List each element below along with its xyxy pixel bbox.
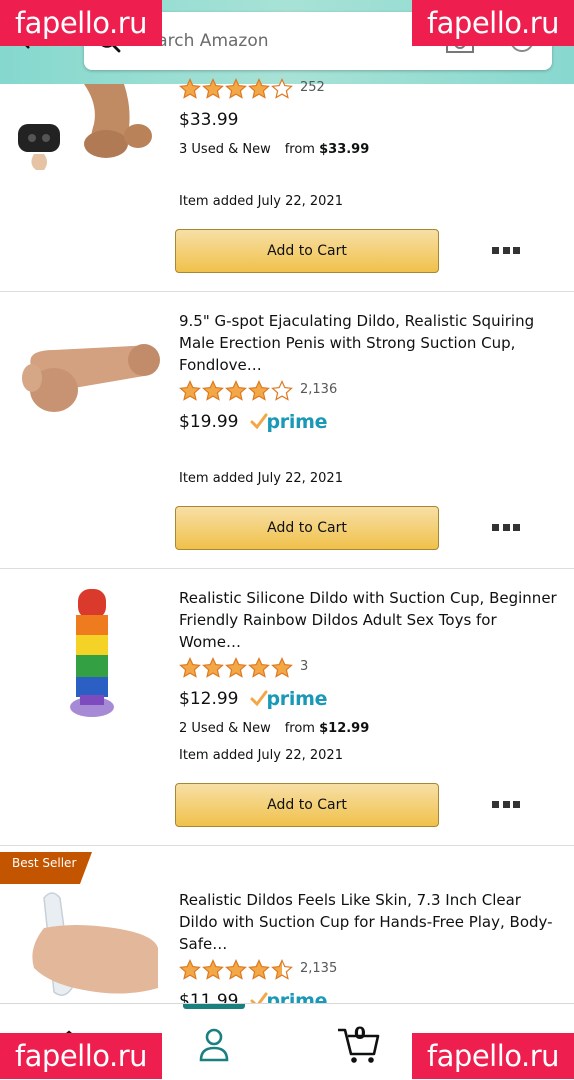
prime-badge: prime bbox=[250, 411, 327, 433]
star-icon bbox=[248, 380, 270, 401]
star-icon bbox=[225, 959, 247, 980]
star-icon bbox=[248, 78, 270, 99]
account-user-icon[interactable] bbox=[199, 1028, 229, 1062]
list-item: 252 $33.99 3 Used & New from $33.99 Item … bbox=[0, 78, 574, 292]
prime-label: prime bbox=[266, 411, 328, 433]
product-image[interactable] bbox=[14, 84, 164, 176]
product-image[interactable] bbox=[14, 328, 164, 418]
item-added-date: Item added July 22, 2021 bbox=[179, 194, 343, 209]
used-from-price: $12.99 bbox=[319, 721, 370, 736]
rating-row[interactable]: 3 bbox=[179, 657, 559, 679]
watermark-top-right: fapello.ru bbox=[412, 0, 574, 46]
item-added-date: Item added July 22, 2021 bbox=[179, 471, 343, 486]
star-icon bbox=[248, 657, 270, 678]
review-count: 2,135 bbox=[300, 960, 338, 976]
star-icon bbox=[225, 78, 247, 99]
rating-row[interactable]: 2,135 bbox=[179, 959, 559, 981]
star-icon bbox=[202, 78, 224, 99]
star-icon bbox=[202, 959, 224, 980]
more-options-icon[interactable] bbox=[492, 524, 520, 532]
star-icon bbox=[202, 657, 224, 678]
product-title[interactable]: 9.5" G-spot Ejaculating Dildo, Realistic… bbox=[179, 310, 559, 376]
watermark-top-left: fapello.ru bbox=[0, 0, 162, 46]
watermark-bottom-right: fapello.ru bbox=[412, 1033, 574, 1079]
add-to-cart-button[interactable]: Add to Cart bbox=[175, 506, 439, 550]
product-image[interactable] bbox=[14, 888, 164, 1002]
item-added-date: Item added July 22, 2021 bbox=[179, 748, 343, 763]
star-rating bbox=[179, 78, 294, 100]
review-count: 3 bbox=[300, 658, 309, 674]
star-icon bbox=[271, 959, 293, 980]
list-item: Realistic Silicone Dildo with Suction Cu… bbox=[0, 569, 574, 846]
add-to-cart-button[interactable]: Add to Cart bbox=[175, 229, 439, 273]
used-new-label: 2 Used & New bbox=[179, 721, 271, 736]
used-from-price: $33.99 bbox=[319, 142, 370, 157]
more-options-icon[interactable] bbox=[492, 247, 520, 255]
star-icon bbox=[225, 380, 247, 401]
star-icon bbox=[179, 380, 201, 401]
used-from-prefix: from bbox=[284, 721, 315, 736]
prime-badge: prime bbox=[250, 688, 327, 710]
watermark-bottom-left: fapello.ru bbox=[0, 1033, 162, 1079]
best-seller-label: Best Seller bbox=[12, 856, 77, 870]
add-to-cart-button[interactable]: Add to Cart bbox=[175, 783, 439, 827]
review-count: 2,136 bbox=[300, 381, 338, 397]
price: $12.99 bbox=[179, 689, 239, 709]
star-rating bbox=[179, 959, 294, 981]
price: $33.99 bbox=[179, 110, 239, 130]
cart-count-badge: 0 bbox=[354, 1024, 366, 1044]
star-rating bbox=[179, 657, 294, 679]
star-rating bbox=[179, 380, 294, 402]
star-icon bbox=[271, 78, 293, 99]
star-icon bbox=[248, 959, 270, 980]
more-options-icon[interactable] bbox=[492, 801, 520, 809]
star-icon bbox=[271, 657, 293, 678]
prime-label: prime bbox=[266, 688, 328, 710]
used-new-offers[interactable]: 2 Used & New from $12.99 bbox=[179, 721, 559, 736]
product-title[interactable]: Realistic Silicone Dildo with Suction Cu… bbox=[179, 587, 559, 653]
list-item: Best Seller Realistic Dildos Feels Like … bbox=[0, 846, 574, 1012]
review-count: 252 bbox=[300, 79, 325, 95]
rating-row[interactable]: 2,136 bbox=[179, 380, 559, 402]
star-icon bbox=[179, 959, 201, 980]
star-icon bbox=[179, 657, 201, 678]
used-from-prefix: from bbox=[284, 142, 315, 157]
list-item: 9.5" G-spot Ejaculating Dildo, Realistic… bbox=[0, 292, 574, 569]
star-icon bbox=[179, 78, 201, 99]
star-icon bbox=[225, 657, 247, 678]
star-icon bbox=[202, 380, 224, 401]
price: $19.99 bbox=[179, 412, 239, 432]
rating-row[interactable]: 252 bbox=[179, 78, 559, 100]
active-tab-indicator bbox=[183, 1004, 245, 1009]
star-icon bbox=[271, 380, 293, 401]
used-new-offers[interactable]: 3 Used & New from $33.99 bbox=[179, 142, 559, 157]
product-title[interactable]: Realistic Dildos Feels Like Skin, 7.3 In… bbox=[179, 889, 559, 955]
used-new-label: 3 Used & New bbox=[179, 142, 271, 157]
product-image[interactable] bbox=[14, 585, 164, 725]
